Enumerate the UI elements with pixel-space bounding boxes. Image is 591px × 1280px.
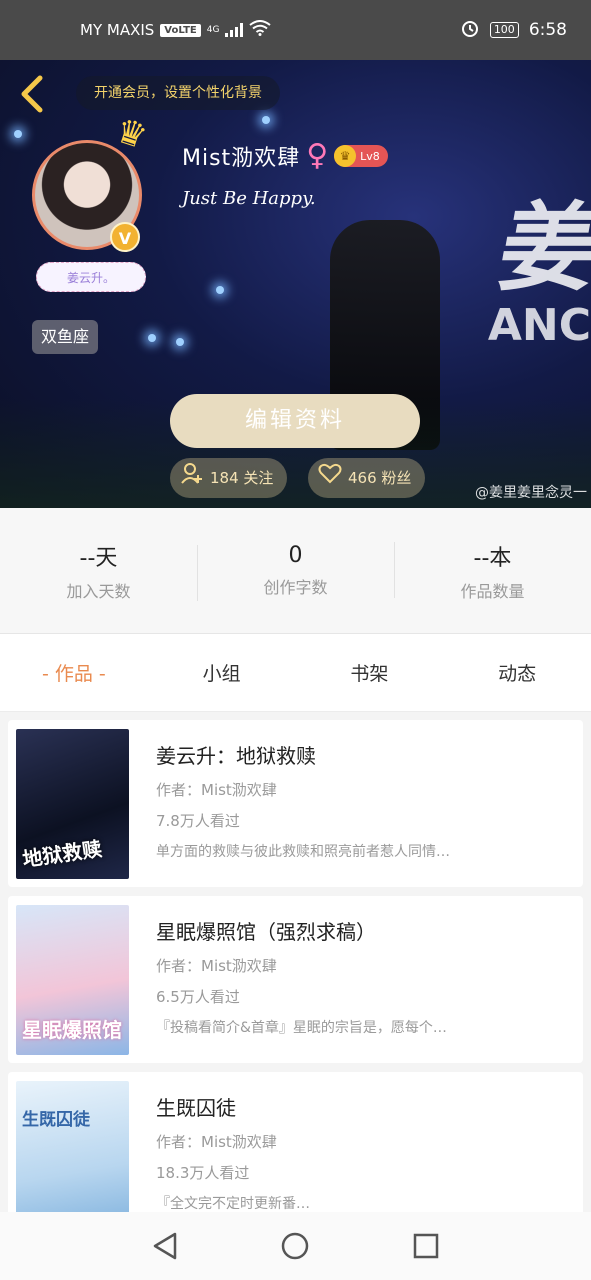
level-badge: ♛ Lv8 [334,145,388,167]
crown-icon: ♛ [110,110,152,158]
cover-title: 生既囚徒 [22,1110,90,1130]
user-name: Mist泐欢肆 [182,146,301,171]
stage-light [216,286,224,294]
clock-time: 6:58 [528,20,567,40]
stat-value: 0 [288,543,303,568]
cover-title: 地狱救赎 [20,836,104,872]
stage-light [14,130,22,138]
edit-profile-button[interactable]: 编辑资料 [170,394,420,448]
nav-home-button[interactable] [275,1226,315,1266]
profile-header: 姜 ANC 开通会员，设置个性化背景 ♛ V 姜云升。 双鱼座 Mist泐欢肆 … [0,60,591,508]
heart-plus-icon [318,458,342,498]
back-button[interactable] [16,74,46,114]
book-description: 『投稿看简介&首章』星眠的宗旨是，愿每个… [156,1020,447,1036]
user-bio: Just Be Happy. [182,188,316,209]
nickname-tag: 姜云升。 [36,262,146,292]
female-icon: ♀ [306,138,329,173]
book-views: 18.3万人看过 [156,1164,250,1182]
zodiac-tag: 双鱼座 [32,320,99,354]
stage-sign-text: ANC [487,300,591,351]
alarm-icon [460,18,480,43]
profile-stats: --天 加入天数 0 创作字数 --本 作品数量 [0,508,591,634]
book-info: 生既囚徒 作者：Mist泐欢肆 18.3万人看过 『全文完不定时更新番… [156,1092,571,1213]
stat-value: --天 [79,545,118,571]
wifi-icon [249,20,272,40]
nav-back-button[interactable] [145,1226,185,1266]
vip-banner[interactable]: 开通会员，设置个性化背景 [76,76,280,110]
stage-light [262,116,270,124]
signal-icon [225,23,244,37]
volte-badge: VoLTE [160,23,201,37]
status-bar: MY MAXIS VoLTE 4G 100 6:58 [0,0,591,60]
book-author: 作者：Mist泐欢肆 [156,1133,277,1151]
book-cover[interactable]: 星眠爆照馆 [16,905,129,1055]
triangle-back-icon [153,1232,177,1260]
book-cover[interactable]: 生既囚徒 [16,1081,129,1231]
square-recents-icon [413,1233,439,1259]
book-description: 『全文完不定时更新番… [156,1196,310,1212]
nav-recents-button[interactable] [406,1226,446,1266]
tab-works[interactable]: - 作品 - [0,659,148,686]
stat-join-days: --天 加入天数 [0,540,197,602]
network-label: 4G [206,24,220,35]
stat-word-count: 0 创作字数 [197,543,394,601]
stat-label: 作品数量 [460,581,525,601]
system-nav-bar [0,1212,591,1280]
book-cover[interactable]: 地狱救赎 [16,729,129,879]
avatar-container[interactable]: ♛ V [32,110,152,252]
user-name-row: Mist泐欢肆 ♀ ♛ Lv8 [182,140,388,172]
cover-title: 星眠爆照馆 [22,1018,122,1042]
stat-value: --本 [473,545,512,571]
crown-coin-icon: ♛ [334,145,357,167]
tab-activity[interactable]: 动态 [443,659,591,686]
add-user-icon [180,458,204,498]
book-info: 星眠爆照馆（强烈求稿） 作者：Mist泐欢肆 6.5万人看过 『投稿看简介&首章… [156,916,571,1037]
circle-home-icon [282,1232,309,1260]
image-watermark: @姜里姜里念灵一 [475,485,587,501]
book-card[interactable]: 星眠爆照馆 星眠爆照馆（强烈求稿） 作者：Mist泐欢肆 6.5万人看过 『投稿… [8,896,583,1063]
level-label: Lv8 [360,149,380,163]
stat-work-count: --本 作品数量 [394,540,591,602]
book-list: 地狱救赎 姜云升：地狱救赎 作者：Mist泐欢肆 7.8万人看过 单方面的救赎与… [8,720,583,1248]
profile-tabs: - 作品 - 小组 书架 动态 [0,634,591,712]
stat-label: 加入天数 [66,581,131,601]
book-views: 7.8万人看过 [156,812,240,830]
tab-bookshelf[interactable]: 书架 [296,659,444,686]
following-button[interactable]: 184 关注 [170,458,288,498]
fans-count: 466 粉丝 [348,469,412,487]
book-title: 生既囚徒 [156,1096,236,1120]
chevron-left-icon [21,75,43,113]
fans-button[interactable]: 466 粉丝 [308,458,426,498]
stage-light [176,338,184,346]
following-count: 184 关注 [210,469,274,487]
book-author: 作者：Mist泐欢肆 [156,781,277,799]
stage-sign: 姜 [491,192,591,304]
book-description: 单方面的救赎与彼此救赎和照亮前者惹人同情… [156,844,450,860]
stat-label: 创作字数 [263,578,328,597]
book-card[interactable]: 地狱救赎 姜云升：地狱救赎 作者：Mist泐欢肆 7.8万人看过 单方面的救赎与… [8,720,583,887]
tab-groups[interactable]: 小组 [148,659,296,686]
book-info: 姜云升：地狱救赎 作者：Mist泐欢肆 7.8万人看过 单方面的救赎与彼此救赎和… [156,740,571,861]
carrier-label: MY MAXIS [80,21,155,39]
battery-icon: 100 [489,22,519,38]
book-author: 作者：Mist泐欢肆 [156,957,277,975]
verified-badge: V [110,222,140,252]
book-views: 6.5万人看过 [156,988,240,1006]
stage-light [148,334,156,342]
book-title: 星眠爆照馆（强烈求稿） [156,920,376,944]
book-title: 姜云升：地狱救赎 [156,744,316,768]
